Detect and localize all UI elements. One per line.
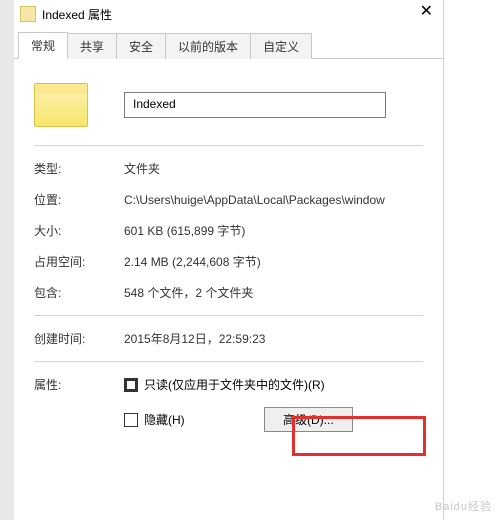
tab-previous[interactable]: 以前的版本 [165,33,251,59]
tab-security[interactable]: 安全 [116,33,166,59]
separator [34,315,423,316]
label-readonly: 只读(仅应用于文件夹中的文件)(R) [144,376,325,393]
folder-name-input[interactable]: Indexed [124,92,386,118]
value-type: 文件夹 [124,160,160,177]
value-ondisk: 2.14 MB (2,244,608 字节) [124,253,261,270]
tab-customize[interactable]: 自定义 [250,33,312,59]
label-attributes: 属性: [34,376,124,446]
label-size: 大小: [34,222,124,239]
titlebar: Indexed 属性 [14,0,443,28]
folder-large-icon [34,83,88,127]
window-title: Indexed 属性 [42,6,112,23]
label-ondisk: 占用空间: [34,253,124,270]
separator [34,361,423,362]
checkbox-hidden[interactable] [124,413,138,427]
value-created: 2015年8月12日，22:59:23 [124,330,265,347]
label-type: 类型: [34,160,124,177]
tab-general[interactable]: 常规 [18,32,68,59]
close-icon[interactable]: ✕ [420,4,433,20]
checkbox-readonly[interactable] [124,378,138,392]
tabs: 常规 共享 安全 以前的版本 自定义 [14,30,443,59]
advanced-button[interactable]: 高级(D)... [264,407,353,432]
value-size: 601 KB (615,899 字节) [124,222,245,239]
label-location: 位置: [34,191,124,208]
watermark: Baidu经验 [435,498,492,514]
label-created: 创建时间: [34,330,124,347]
tab-sharing[interactable]: 共享 [67,33,117,59]
value-location: C:\Users\huige\AppData\Local\Packages\wi… [124,193,385,207]
folder-icon [20,6,36,22]
value-contains: 548 个文件，2 个文件夹 [124,284,253,301]
label-hidden: 隐藏(H) [144,411,264,428]
label-contains: 包含: [34,284,124,301]
separator [34,145,423,146]
